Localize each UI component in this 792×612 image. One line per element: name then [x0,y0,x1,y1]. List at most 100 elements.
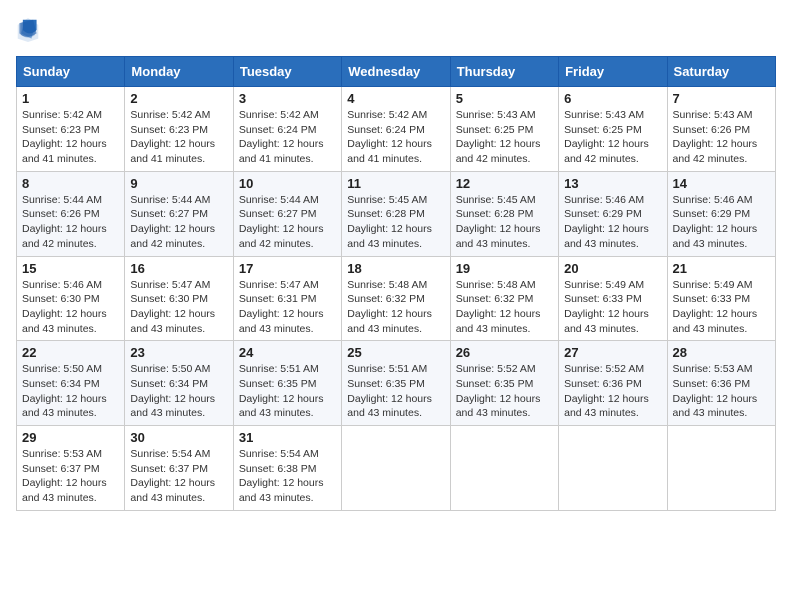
calendar-cell: 24 Sunrise: 5:51 AMSunset: 6:35 PMDayligh… [233,341,341,426]
day-number: 8 [22,176,119,191]
day-info: Sunrise: 5:50 AMSunset: 6:34 PMDaylight:… [130,362,227,421]
calendar-week-4: 22 Sunrise: 5:50 AMSunset: 6:34 PMDayligh… [17,341,776,426]
day-number: 12 [456,176,553,191]
day-number: 27 [564,345,661,360]
calendar-cell: 31 Sunrise: 5:54 AMSunset: 6:38 PMDayligh… [233,426,341,511]
calendar-cell: 4 Sunrise: 5:42 AMSunset: 6:24 PMDaylight… [342,87,450,172]
calendar-cell: 9 Sunrise: 5:44 AMSunset: 6:27 PMDaylight… [125,171,233,256]
day-number: 24 [239,345,336,360]
day-info: Sunrise: 5:44 AMSunset: 6:27 PMDaylight:… [239,193,336,252]
day-info: Sunrise: 5:51 AMSunset: 6:35 PMDaylight:… [239,362,336,421]
calendar-cell: 16Sunrise: 5:47 AMSunset: 6:30 PMDayligh… [125,256,233,341]
day-number: 25 [347,345,444,360]
calendar-cell: 6Sunrise: 5:43 AMSunset: 6:25 PMDaylight… [559,87,667,172]
day-number: 30 [130,430,227,445]
calendar-cell: 14Sunrise: 5:46 AMSunset: 6:29 PMDayligh… [667,171,775,256]
calendar-cell: 30 Sunrise: 5:54 AMSunset: 6:37 PMDayligh… [125,426,233,511]
calendar-cell: 21 Sunrise: 5:49 AMSunset: 6:33 PMDayligh… [667,256,775,341]
day-number: 11 [347,176,444,191]
calendar-cell: 17Sunrise: 5:47 AMSunset: 6:31 PMDayligh… [233,256,341,341]
days-of-week-row: SundayMondayTuesdayWednesdayThursdayFrid… [17,57,776,87]
calendar-cell [667,426,775,511]
day-info: Sunrise: 5:49 AMSunset: 6:33 PMDaylight:… [673,278,770,337]
calendar-week-3: 15 Sunrise: 5:46 AMSunset: 6:30 PMDayligh… [17,256,776,341]
day-number: 21 [673,261,770,276]
day-number: 1 [22,91,119,106]
calendar-cell: 29 Sunrise: 5:53 AMSunset: 6:37 PMDayligh… [17,426,125,511]
day-info: Sunrise: 5:52 AMSunset: 6:35 PMDaylight:… [456,362,553,421]
day-info: Sunrise: 5:43 AMSunset: 6:25 PMDaylight:… [456,108,553,167]
dow-header-tuesday: Tuesday [233,57,341,87]
dow-header-monday: Monday [125,57,233,87]
calendar-cell [559,426,667,511]
day-number: 26 [456,345,553,360]
day-number: 6 [564,91,661,106]
calendar-table: SundayMondayTuesdayWednesdayThursdayFrid… [16,56,776,511]
day-info: Sunrise: 5:43 AMSunset: 6:26 PMDaylight:… [673,108,770,167]
day-number: 5 [456,91,553,106]
day-info: Sunrise: 5:54 AMSunset: 6:37 PMDaylight:… [130,447,227,506]
day-info: Sunrise: 5:46 AMSunset: 6:30 PMDaylight:… [22,278,119,337]
day-info: Sunrise: 5:52 AMSunset: 6:36 PMDaylight:… [564,362,661,421]
day-info: Sunrise: 5:53 AMSunset: 6:36 PMDaylight:… [673,362,770,421]
day-info: Sunrise: 5:42 AMSunset: 6:24 PMDaylight:… [347,108,444,167]
calendar-week-5: 29 Sunrise: 5:53 AMSunset: 6:37 PMDayligh… [17,426,776,511]
calendar-cell: 11 Sunrise: 5:45 AMSunset: 6:28 PMDayligh… [342,171,450,256]
calendar-cell: 22Sunrise: 5:50 AMSunset: 6:34 PMDayligh… [17,341,125,426]
day-number: 10 [239,176,336,191]
day-info: Sunrise: 5:44 AMSunset: 6:27 PMDaylight:… [130,193,227,252]
day-info: Sunrise: 5:44 AMSunset: 6:26 PMDaylight:… [22,193,119,252]
calendar-cell: 13 Sunrise: 5:46 AMSunset: 6:29 PMDayligh… [559,171,667,256]
day-number: 20 [564,261,661,276]
day-number: 31 [239,430,336,445]
dow-header-friday: Friday [559,57,667,87]
day-info: Sunrise: 5:53 AMSunset: 6:37 PMDaylight:… [22,447,119,506]
day-info: Sunrise: 5:54 AMSunset: 6:38 PMDaylight:… [239,447,336,506]
calendar-cell [450,426,558,511]
day-info: Sunrise: 5:49 AMSunset: 6:33 PMDaylight:… [564,278,661,337]
calendar-cell: 15 Sunrise: 5:46 AMSunset: 6:30 PMDayligh… [17,256,125,341]
calendar-cell: 25Sunrise: 5:51 AMSunset: 6:35 PMDayligh… [342,341,450,426]
day-number: 15 [22,261,119,276]
day-number: 28 [673,345,770,360]
calendar-cell [342,426,450,511]
calendar-cell: 8 Sunrise: 5:44 AMSunset: 6:26 PMDaylight… [17,171,125,256]
day-info: Sunrise: 5:42 AMSunset: 6:23 PMDaylight:… [130,108,227,167]
calendar-week-1: 1 Sunrise: 5:42 AMSunset: 6:23 PMDaylight… [17,87,776,172]
calendar-cell: 7Sunrise: 5:43 AMSunset: 6:26 PMDaylight… [667,87,775,172]
day-number: 29 [22,430,119,445]
day-number: 19 [456,261,553,276]
day-info: Sunrise: 5:42 AMSunset: 6:23 PMDaylight:… [22,108,119,167]
day-number: 23 [130,345,227,360]
day-number: 3 [239,91,336,106]
day-info: Sunrise: 5:48 AMSunset: 6:32 PMDaylight:… [456,278,553,337]
day-number: 17 [239,261,336,276]
logo [16,16,44,44]
dow-header-wednesday: Wednesday [342,57,450,87]
day-number: 16 [130,261,227,276]
calendar-cell: 2 Sunrise: 5:42 AMSunset: 6:23 PMDaylight… [125,87,233,172]
dow-header-saturday: Saturday [667,57,775,87]
calendar-cell: 18Sunrise: 5:48 AMSunset: 6:32 PMDayligh… [342,256,450,341]
day-info: Sunrise: 5:45 AMSunset: 6:28 PMDaylight:… [456,193,553,252]
calendar-body: 1 Sunrise: 5:42 AMSunset: 6:23 PMDaylight… [17,87,776,511]
calendar-cell: 19 Sunrise: 5:48 AMSunset: 6:32 PMDayligh… [450,256,558,341]
calendar-cell: 28 Sunrise: 5:53 AMSunset: 6:36 PMDayligh… [667,341,775,426]
day-number: 2 [130,91,227,106]
day-number: 18 [347,261,444,276]
day-number: 14 [673,176,770,191]
day-number: 22 [22,345,119,360]
calendar-cell: 10 Sunrise: 5:44 AMSunset: 6:27 PMDayligh… [233,171,341,256]
day-number: 13 [564,176,661,191]
day-info: Sunrise: 5:45 AMSunset: 6:28 PMDaylight:… [347,193,444,252]
page-header [16,16,776,44]
day-number: 9 [130,176,227,191]
calendar-cell: 3 Sunrise: 5:42 AMSunset: 6:24 PMDaylight… [233,87,341,172]
calendar-cell: 20 Sunrise: 5:49 AMSunset: 6:33 PMDayligh… [559,256,667,341]
dow-header-thursday: Thursday [450,57,558,87]
calendar-cell: 27 Sunrise: 5:52 AMSunset: 6:36 PMDayligh… [559,341,667,426]
day-number: 4 [347,91,444,106]
day-info: Sunrise: 5:42 AMSunset: 6:24 PMDaylight:… [239,108,336,167]
calendar-cell: 23 Sunrise: 5:50 AMSunset: 6:34 PMDayligh… [125,341,233,426]
day-info: Sunrise: 5:46 AMSunset: 6:29 PMDaylight:… [564,193,661,252]
